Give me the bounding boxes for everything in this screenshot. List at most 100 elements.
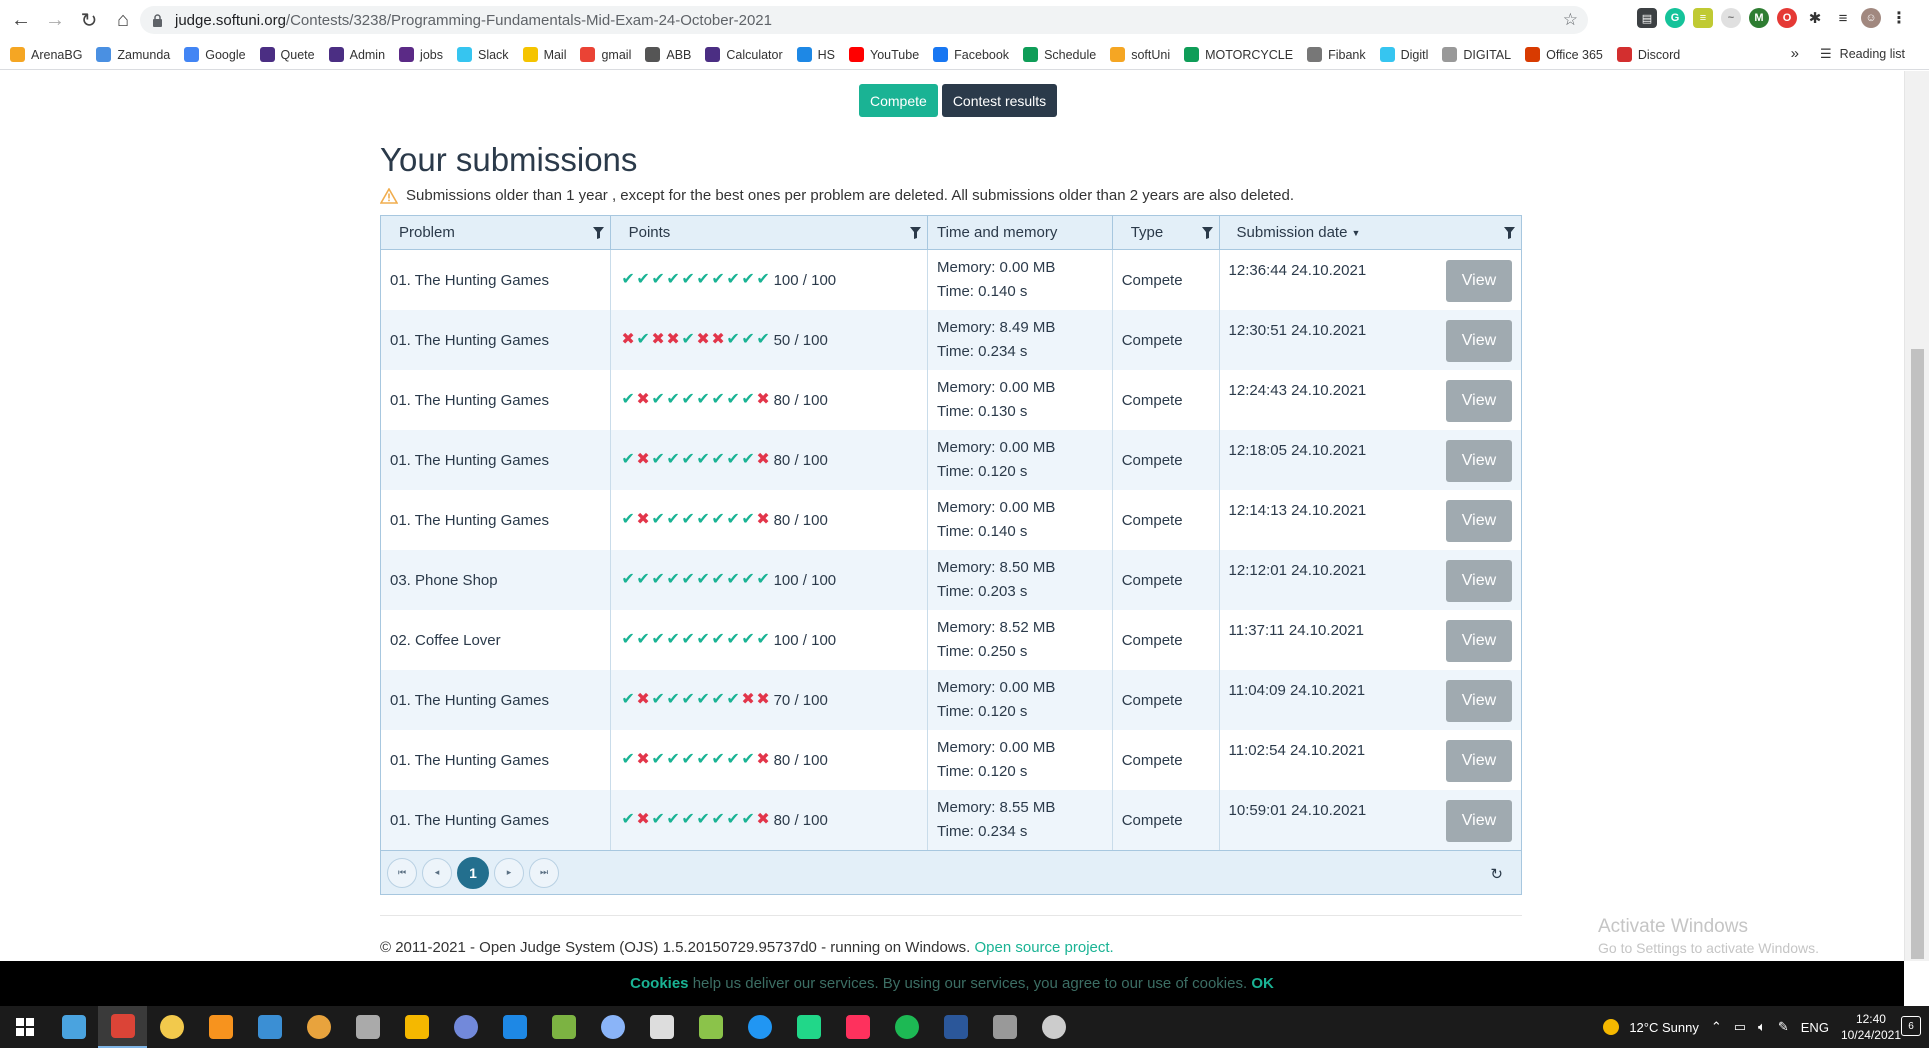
bookmark-item[interactable]: HS	[796, 47, 835, 62]
refresh-icon[interactable]: ↻	[1490, 865, 1503, 883]
view-button[interactable]: View	[1446, 740, 1512, 782]
view-button[interactable]: View	[1446, 320, 1512, 362]
taskbar-app[interactable]	[0, 1006, 49, 1048]
bookmark-item[interactable]: Zamunda	[96, 47, 170, 62]
volume-icon[interactable]: 🔈︎	[1758, 1019, 1766, 1035]
cookies-ok-button[interactable]: OK	[1251, 975, 1274, 992]
column-problem[interactable]: Problem	[381, 216, 611, 249]
bookmark-item[interactable]: Quete	[259, 47, 315, 62]
extension-3-icon[interactable]: ≡	[1693, 8, 1713, 28]
view-button[interactable]: View	[1446, 440, 1512, 482]
taskbar-app[interactable]	[784, 1006, 833, 1048]
tray-chevron-icon[interactable]: ⌃	[1711, 1019, 1722, 1035]
column-submission-date[interactable]: Submission date ▼	[1220, 216, 1521, 249]
bookmark-item[interactable]: jobs	[399, 47, 443, 62]
puzzle-icon[interactable]: ✱	[1805, 8, 1825, 28]
profile-avatar-icon[interactable]: ☺	[1861, 8, 1881, 28]
extension-4-icon[interactable]: ~	[1721, 8, 1741, 28]
taskbar-app[interactable]	[49, 1006, 98, 1048]
taskbar-app[interactable]	[833, 1006, 882, 1048]
taskbar-app[interactable]	[294, 1006, 343, 1048]
pen-icon[interactable]: ✎	[1778, 1019, 1789, 1035]
network-icon[interactable]: ▭	[1734, 1019, 1746, 1035]
bookmark-item[interactable]: gmail	[580, 47, 631, 62]
view-button[interactable]: View	[1446, 800, 1512, 842]
next-page-button[interactable]: ▸	[494, 857, 524, 888]
extension-1-icon[interactable]: ▤	[1637, 8, 1657, 28]
bookmark-item[interactable]: ABB	[645, 47, 691, 62]
view-button[interactable]: View	[1446, 260, 1512, 302]
bookmark-item[interactable]: Discord	[1616, 47, 1680, 62]
menu-dots-icon[interactable]: ⋮	[1889, 8, 1909, 28]
bookmark-item[interactable]: Calculator	[705, 47, 783, 62]
open-source-link[interactable]: Open source project.	[974, 939, 1113, 956]
bookmark-item[interactable]: Office 365	[1525, 47, 1603, 62]
taskbar-app[interactable]	[735, 1006, 784, 1048]
view-button[interactable]: View	[1446, 680, 1512, 722]
bookmark-item[interactable]: Mail	[522, 47, 566, 62]
address-bar[interactable]: judge.softuni.org/Contests/3238/Programm…	[140, 6, 1588, 34]
back-icon[interactable]: ←	[4, 3, 38, 37]
forward-icon[interactable]: →	[38, 3, 72, 37]
bookmark-star-icon[interactable]: ☆	[1563, 10, 1578, 30]
taskbar-app[interactable]	[196, 1006, 245, 1048]
taskbar-app[interactable]	[539, 1006, 588, 1048]
last-page-button[interactable]: ⏭	[529, 857, 559, 888]
taskbar-app[interactable]	[882, 1006, 931, 1048]
taskbar-app[interactable]	[343, 1006, 392, 1048]
bookmark-item[interactable]: Slack	[456, 47, 509, 62]
media-icon[interactable]: ≡	[1833, 8, 1853, 28]
bookmark-item[interactable]: YouTube	[849, 47, 919, 62]
filter-icon[interactable]	[592, 227, 604, 239]
prev-page-button[interactable]: ◂	[422, 857, 452, 888]
bookmark-item[interactable]: Admin	[328, 47, 385, 62]
bookmark-item[interactable]: Digitl	[1379, 47, 1428, 62]
column-points[interactable]: Points	[611, 216, 929, 249]
taskbar-app[interactable]	[392, 1006, 441, 1048]
filter-icon[interactable]	[1201, 227, 1213, 239]
home-icon[interactable]: ⌂	[106, 3, 140, 37]
view-button[interactable]: View	[1446, 620, 1512, 662]
view-button[interactable]: View	[1446, 380, 1512, 422]
page-scrollbar[interactable]	[1904, 71, 1929, 961]
reload-icon[interactable]: ↻	[72, 3, 106, 37]
taskbar-app[interactable]	[147, 1006, 196, 1048]
compete-button[interactable]: Compete	[859, 84, 938, 117]
more-bookmarks-icon[interactable]: »	[1791, 45, 1799, 62]
weather-widget[interactable]: 12°C Sunny	[1603, 1019, 1699, 1035]
bookmark-item[interactable]: DIGITAL	[1442, 47, 1511, 62]
view-button[interactable]: View	[1446, 500, 1512, 542]
scrollbar-thumb[interactable]	[1911, 349, 1924, 959]
bookmark-item[interactable]: MOTORCYCLE	[1184, 47, 1293, 62]
bookmark-item[interactable]: Google	[184, 47, 246, 62]
bookmark-item[interactable]: Fibank	[1307, 47, 1366, 62]
taskbar-app[interactable]	[931, 1006, 980, 1048]
contest-results-button[interactable]: Contest results	[941, 84, 1058, 117]
bookmark-item[interactable]: Schedule	[1023, 47, 1096, 62]
clock[interactable]: 12:40 10/24/2021	[1841, 1011, 1901, 1043]
bookmark-item[interactable]: Facebook	[933, 47, 1009, 62]
notifications-icon[interactable]: 6	[1901, 1016, 1921, 1036]
taskbar-app[interactable]	[1029, 1006, 1078, 1048]
taskbar-app[interactable]	[980, 1006, 1029, 1048]
extension-5-icon[interactable]: M	[1749, 8, 1769, 28]
taskbar-app[interactable]	[98, 1006, 147, 1048]
taskbar-app[interactable]	[490, 1006, 539, 1048]
bookmark-item[interactable]: ArenaBG	[10, 47, 82, 62]
bookmark-item[interactable]: softUni	[1110, 47, 1170, 62]
language-indicator[interactable]: ENG	[1801, 1020, 1829, 1035]
taskbar-app[interactable]	[245, 1006, 294, 1048]
first-page-button[interactable]: ⏮	[387, 857, 417, 888]
reading-list-button[interactable]: ☰ Reading list	[1820, 46, 1905, 62]
taskbar-app[interactable]	[588, 1006, 637, 1048]
taskbar-app[interactable]	[686, 1006, 735, 1048]
filter-icon[interactable]	[1504, 227, 1515, 239]
taskbar-app[interactable]	[637, 1006, 686, 1048]
column-type[interactable]: Type	[1113, 216, 1220, 249]
filter-icon[interactable]	[910, 227, 922, 239]
view-button[interactable]: View	[1446, 560, 1512, 602]
grammarly-icon[interactable]: G	[1665, 8, 1685, 28]
taskbar-app[interactable]	[441, 1006, 490, 1048]
opera-icon[interactable]: O	[1777, 8, 1797, 28]
current-page-button[interactable]: 1	[457, 856, 489, 889]
